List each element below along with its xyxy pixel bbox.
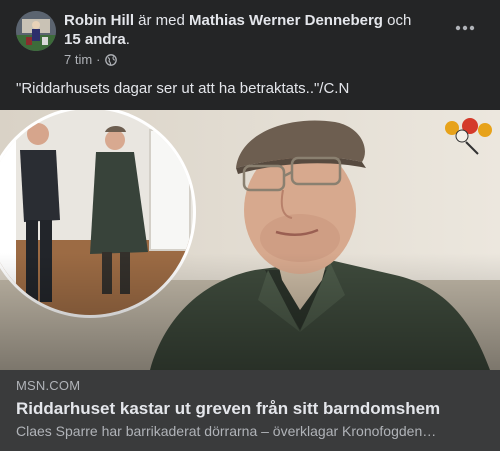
and-text: och xyxy=(382,12,412,29)
more-options-icon xyxy=(455,25,475,31)
meta-separator: · xyxy=(96,52,101,67)
post-header: Robin Hill är med Mathias Werner Dennebe… xyxy=(0,0,500,110)
link-headline[interactable]: Riddarhuset kastar ut greven från sitt b… xyxy=(16,399,486,419)
tagged-others-link[interactable]: 15 andra xyxy=(64,31,126,48)
link-description: Claes Sparre har barrikaderat dörrarna –… xyxy=(16,423,437,439)
post-timestamp[interactable]: 7 tim xyxy=(64,52,92,67)
author-avatar[interactable] xyxy=(16,11,56,51)
globe-icon[interactable] xyxy=(104,53,117,66)
post-meta: 7 tim · xyxy=(64,52,117,67)
link-preview-image[interactable] xyxy=(0,110,500,370)
post-author-line: Robin Hill är med Mathias Werner Dennebe… xyxy=(64,11,444,49)
author-name[interactable]: Robin Hill xyxy=(64,12,134,29)
tagged-user-name[interactable]: Mathias Werner Denneberg xyxy=(189,12,383,29)
more-options-button[interactable] xyxy=(450,16,480,40)
period-text: . xyxy=(125,31,130,48)
post-text: "Riddarhusets dagar ser ut att ha betrak… xyxy=(16,80,350,97)
link-domain: MSN.COM xyxy=(16,378,81,393)
with-text: är med xyxy=(134,12,190,29)
